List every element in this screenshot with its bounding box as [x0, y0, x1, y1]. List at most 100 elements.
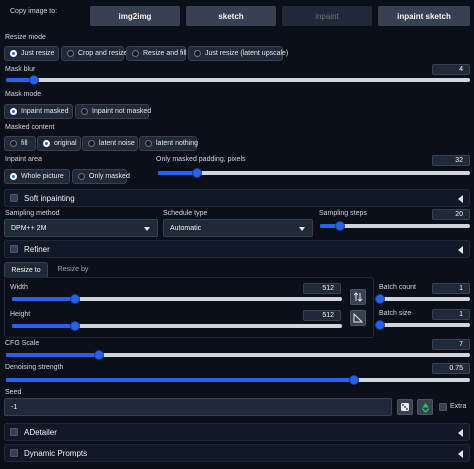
- mask-mode-label: Mask mode: [5, 91, 42, 98]
- radio-icon: [194, 50, 201, 57]
- soft-inpainting-checkbox[interactable]: [10, 194, 18, 202]
- copy-to-sketch-button[interactable]: sketch: [186, 6, 276, 26]
- radio-selected-icon: [10, 108, 17, 115]
- masked-content-latent-nothing[interactable]: latent nothing: [139, 136, 198, 151]
- extra-checkbox[interactable]: [439, 403, 447, 411]
- mask-blur-input[interactable]: 4: [432, 64, 470, 75]
- masked-content-fill[interactable]: fill: [4, 136, 36, 151]
- width-input[interactable]: 512: [303, 283, 341, 294]
- slider-handle[interactable]: [192, 168, 202, 178]
- refiner-checkbox[interactable]: [10, 245, 18, 253]
- radio-selected-icon: [10, 50, 17, 57]
- slider-handle[interactable]: [69, 321, 80, 331]
- cfg-scale-input[interactable]: 7: [432, 339, 470, 350]
- slider-fill: [6, 378, 354, 382]
- slider-handle[interactable]: [375, 294, 385, 304]
- slider-handle[interactable]: [334, 221, 345, 231]
- batch-count-slider[interactable]: [375, 294, 470, 304]
- copy-to-inpaint-sketch-button[interactable]: inpaint sketch: [378, 6, 470, 26]
- width-label: Width: [10, 284, 28, 291]
- collapse-triangle-icon[interactable]: [458, 246, 463, 254]
- aspect-ratio-icon[interactable]: [350, 310, 366, 326]
- resize-mode-resize-and-fill[interactable]: Resize and fill: [126, 46, 187, 61]
- radio-icon: [88, 140, 95, 147]
- seed-input[interactable]: -1: [4, 398, 392, 416]
- denoising-strength-input[interactable]: 0.75: [432, 363, 470, 374]
- slider-handle[interactable]: [375, 320, 385, 330]
- tab-resize-by[interactable]: Resize by: [52, 262, 94, 277]
- inpaint-area-whole-picture[interactable]: Whole picture: [4, 169, 70, 184]
- masked-content-label: Masked content: [5, 124, 55, 131]
- height-label: Height: [10, 311, 31, 318]
- adetailer-checkbox[interactable]: [10, 428, 18, 436]
- masked-content-original[interactable]: original: [37, 136, 81, 151]
- resize-mode-label: Resize mode: [5, 34, 46, 41]
- slider-handle[interactable]: [93, 350, 104, 360]
- radio-selected-icon: [10, 173, 17, 180]
- sampling-steps-label: Sampling steps: [319, 210, 367, 217]
- collapse-triangle-icon[interactable]: [458, 450, 463, 458]
- resize-mode-just-resize[interactable]: Just resize: [4, 46, 59, 61]
- masked-content-latent-noise[interactable]: latent noise: [82, 136, 138, 151]
- mask-mode-inpaint-masked[interactable]: Inpaint masked: [4, 104, 73, 119]
- chevron-down-icon: [144, 227, 150, 231]
- resize-mode-crop-and-resize[interactable]: Crop and resize: [61, 46, 127, 61]
- slider-fill: [12, 297, 75, 301]
- slider-handle[interactable]: [28, 75, 39, 85]
- radio-icon: [132, 50, 139, 57]
- width-slider[interactable]: [12, 294, 342, 304]
- swap-arrows-icon[interactable]: [350, 289, 366, 305]
- checkbox-box[interactable]: [439, 403, 447, 411]
- inpaint-area-label: Inpaint area: [5, 156, 42, 163]
- height-slider[interactable]: [12, 321, 342, 331]
- slider-fill: [6, 353, 99, 357]
- only-masked-padding-label: Only masked padding, pixels: [156, 156, 246, 163]
- schedule-type-label: Schedule type: [163, 210, 208, 217]
- radio-icon: [81, 108, 88, 115]
- only-masked-padding-slider[interactable]: [158, 168, 470, 178]
- radio-icon: [67, 50, 74, 57]
- sampling-steps-input[interactable]: 20: [432, 209, 470, 220]
- resize-mode-latent-upscale[interactable]: Just resize (latent upscale): [188, 46, 288, 61]
- cfg-scale-label: CFG Scale: [5, 340, 40, 347]
- batch-size-label: Batch size: [379, 310, 412, 317]
- copy-image-label: Copy image to:: [10, 8, 58, 15]
- denoising-strength-slider[interactable]: [6, 375, 470, 385]
- dice-icon[interactable]: [397, 399, 413, 415]
- recycle-icon[interactable]: [417, 399, 433, 415]
- cfg-scale-slider[interactable]: [6, 350, 470, 360]
- radio-selected-icon: [43, 140, 50, 147]
- inpaint-area-only-masked[interactable]: Only masked: [72, 169, 130, 184]
- refiner-accordion[interactable]: Refiner: [4, 240, 470, 258]
- height-input[interactable]: 512: [303, 310, 341, 321]
- batch-size-input[interactable]: 1: [432, 309, 470, 320]
- copy-to-inpaint-button[interactable]: inpaint: [282, 6, 372, 26]
- mask-blur-label: Mask blur: [5, 66, 36, 73]
- mask-blur-slider[interactable]: [6, 75, 470, 85]
- batch-count-label: Batch count: [379, 284, 416, 291]
- slider-handle[interactable]: [69, 294, 80, 304]
- mask-mode-inpaint-not-masked[interactable]: Inpaint not masked: [75, 104, 151, 119]
- dynamic-prompts-checkbox[interactable]: [10, 449, 18, 457]
- copy-to-img2img-button[interactable]: img2img: [90, 6, 180, 26]
- sampling-method-dropdown[interactable]: DPM++ 2M: [4, 219, 158, 237]
- collapse-triangle-icon[interactable]: [458, 429, 463, 437]
- extra-label: Extra: [450, 403, 467, 410]
- slider-handle[interactable]: [349, 375, 359, 385]
- adetailer-accordion[interactable]: ADetailer: [4, 423, 470, 441]
- slider-fill: [12, 324, 75, 328]
- radio-icon: [10, 140, 17, 147]
- sampling-method-label: Sampling method: [5, 210, 60, 217]
- tab-resize-to[interactable]: Resize to: [4, 262, 48, 277]
- chevron-down-icon: [299, 227, 305, 231]
- collapse-triangle-icon[interactable]: [458, 195, 463, 203]
- schedule-type-dropdown[interactable]: Automatic: [163, 219, 313, 237]
- batch-size-slider[interactable]: [375, 320, 470, 330]
- batch-count-input[interactable]: 1: [432, 283, 470, 294]
- soft-inpainting-accordion[interactable]: Soft inpainting: [4, 189, 470, 207]
- seed-label: Seed: [5, 389, 22, 396]
- denoising-strength-label: Denoising strength: [5, 364, 64, 371]
- sampling-steps-slider[interactable]: [320, 221, 470, 231]
- only-masked-padding-input[interactable]: 32: [432, 155, 470, 166]
- dynamic-prompts-accordion[interactable]: Dynamic Prompts: [4, 444, 470, 462]
